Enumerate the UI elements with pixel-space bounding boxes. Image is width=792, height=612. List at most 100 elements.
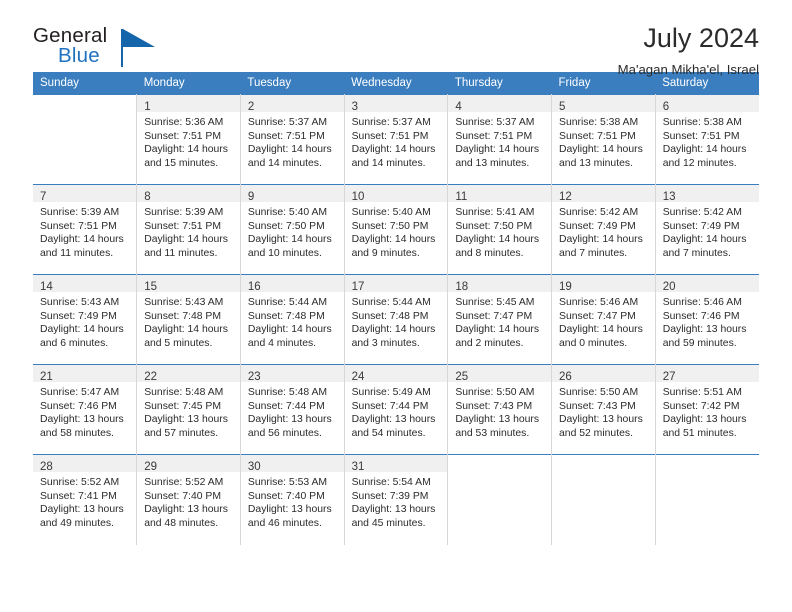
calendar-day-cell[interactable]: 19 Sunrise: 5:46 AM Sunset: 7:47 PM Dayligh…: [551, 274, 656, 365]
daylight-duration-line2: and 48 minutes.: [144, 517, 219, 529]
daylight-duration-line2: and 58 minutes.: [40, 427, 114, 439]
daylight-duration-line1: Daylight: 14 hours: [455, 234, 540, 246]
day-number-band: [448, 455, 552, 472]
sunrise-time: Sunrise: 5:51 AM: [662, 387, 742, 398]
sunset-time: Sunset: 7:41 PM: [40, 490, 117, 502]
day-number: 17: [351, 281, 365, 293]
day-number-band: 23: [240, 365, 344, 383]
day-number: 26: [559, 371, 572, 383]
daylight-duration-line1: Daylight: 14 hours: [247, 144, 332, 156]
calendar-day-cell[interactable]: 16 Sunrise: 5:44 AM Sunset: 7:48 PM Dayligh…: [239, 274, 345, 365]
day-details: Sunrise: 5:51 AM Sunset: 7:42 PM Daylight:…: [656, 382, 759, 440]
calendar-day-cell[interactable]: 10 Sunrise: 5:40 AM Sunset: 7:50 PM Dayligh…: [343, 184, 449, 275]
sunrise-time: Sunrise: 5:42 AM: [662, 207, 742, 218]
day-number-band: [655, 455, 759, 472]
day-number: 21: [40, 371, 53, 383]
sunset-time: Sunset: 7:47 PM: [559, 310, 636, 322]
daylight-duration-line2: and 10 minutes.: [247, 247, 322, 259]
sunrise-time: Sunrise: 5:44 AM: [351, 297, 431, 308]
daylight-duration-line1: Daylight: 14 hours: [144, 324, 228, 336]
calendar-day-cell[interactable]: 9 Sunrise: 5:40 AM Sunset: 7:50 PM Daylight…: [239, 184, 345, 275]
calendar-day-cell[interactable]: 18 Sunrise: 5:45 AM Sunset: 7:47 PM Dayligh…: [447, 274, 553, 365]
day-number: 27: [662, 371, 676, 383]
logo-triangle-icon: [123, 29, 155, 47]
daylight-duration-line1: Daylight: 13 hours: [351, 414, 436, 426]
day-number: 16: [247, 281, 261, 293]
day-details: Sunrise: 5:37 AM Sunset: 7:51 PM Daylight:…: [448, 112, 551, 170]
sunrise-time: Sunrise: 5:40 AM: [247, 207, 328, 218]
daylight-duration-line2: and 12 minutes.: [662, 157, 737, 169]
day-details: Sunrise: 5:46 AM Sunset: 7:47 PM Daylight:…: [552, 292, 655, 350]
calendar-day-cell[interactable]: 7 Sunrise: 5:39 AM Sunset: 7:51 PM Daylight…: [33, 184, 138, 275]
daylight-duration-line2: and 49 minutes.: [40, 517, 114, 529]
daylight-duration-line1: Daylight: 14 hours: [662, 144, 747, 156]
day-details: Sunrise: 5:48 AM Sunset: 7:45 PM Daylight:…: [137, 382, 240, 440]
day-number: 29: [144, 461, 157, 473]
day-number: 9: [247, 191, 255, 203]
day-details: Sunrise: 5:37 AM Sunset: 7:51 PM Daylight:…: [345, 112, 448, 170]
day-details: Sunrise: 5:48 AM Sunset: 7:44 PM Daylight:…: [241, 382, 344, 440]
daylight-duration-line1: Daylight: 14 hours: [144, 144, 228, 156]
calendar-body: 1 Sunrise: 5:36 AM Sunset: 7:51 PM Daylight…: [33, 94, 759, 545]
day-details: Sunrise: 5:54 AM Sunset: 7:39 PM Daylight:…: [345, 472, 448, 530]
calendar-day-cell[interactable]: 20 Sunrise: 5:46 AM Sunset: 7:46 PM Dayligh…: [654, 274, 759, 365]
calendar-day-cell[interactable]: 8 Sunrise: 5:39 AM Sunset: 7:51 PM Daylight…: [136, 184, 241, 275]
daylight-duration-line2: and 3 minutes.: [351, 337, 420, 349]
sunset-time: Sunset: 7:51 PM: [40, 220, 117, 232]
sunrise-time: Sunrise: 5:52 AM: [144, 477, 224, 488]
calendar-day-cell[interactable]: 5 Sunrise: 5:38 AM Sunset: 7:51 PM Daylight…: [551, 94, 656, 185]
daylight-duration-line2: and 57 minutes.: [144, 427, 219, 439]
day-number-band: 1: [137, 95, 240, 113]
calendar-day-cell[interactable]: 17 Sunrise: 5:44 AM Sunset: 7:48 PM Dayligh…: [343, 274, 449, 365]
calendar-day-cell[interactable]: 13 Sunrise: 5:42 AM Sunset: 7:49 PM Dayligh…: [654, 184, 759, 275]
day-number-band: 17: [344, 275, 448, 293]
calendar-day-cell[interactable]: 11 Sunrise: 5:41 AM Sunset: 7:50 PM Dayligh…: [447, 184, 553, 275]
daylight-duration-line2: and 0 minutes.: [559, 337, 628, 349]
calendar-day-cell[interactable]: 30 Sunrise: 5:53 AM Sunset: 7:40 PM Dayligh…: [239, 454, 345, 545]
day-number: 4: [455, 101, 462, 113]
sunset-time: Sunset: 7:51 PM: [455, 130, 533, 142]
calendar-day-cell[interactable]: 22 Sunrise: 5:48 AM Sunset: 7:45 PM Dayligh…: [136, 364, 241, 455]
calendar-day-cell[interactable]: 14 Sunrise: 5:43 AM Sunset: 7:49 PM Dayligh…: [33, 274, 138, 365]
daylight-duration-line1: Daylight: 13 hours: [247, 414, 332, 426]
sunset-time: Sunset: 7:40 PM: [144, 490, 222, 502]
day-number-band: 14: [33, 275, 137, 293]
calendar-day-cell[interactable]: 4 Sunrise: 5:37 AM Sunset: 7:51 PM Daylight…: [447, 94, 553, 185]
calendar-day-cell[interactable]: 25 Sunrise: 5:50 AM Sunset: 7:43 PM Dayligh…: [447, 364, 553, 455]
day-number-band: 25: [448, 365, 552, 383]
calendar-day-cell[interactable]: 31 Sunrise: 5:54 AM Sunset: 7:39 PM Dayligh…: [343, 454, 449, 545]
sunrise-time: Sunrise: 5:42 AM: [559, 207, 639, 218]
calendar-day-cell[interactable]: 12 Sunrise: 5:42 AM Sunset: 7:49 PM Dayligh…: [551, 184, 656, 275]
daylight-duration-line1: Daylight: 13 hours: [662, 414, 747, 426]
calendar-empty-cell: [447, 454, 553, 545]
calendar-day-cell[interactable]: 3 Sunrise: 5:37 AM Sunset: 7:51 PM Daylight…: [343, 94, 449, 185]
calendar-empty-cell: [33, 94, 138, 185]
day-number: 19: [559, 281, 572, 293]
sunset-time: Sunset: 7:49 PM: [559, 220, 636, 232]
sunrise-time: Sunrise: 5:50 AM: [455, 387, 535, 398]
calendar-day-cell[interactable]: 26 Sunrise: 5:50 AM Sunset: 7:43 PM Dayligh…: [551, 364, 656, 455]
day-number-band: 11: [448, 185, 552, 203]
daylight-duration-line2: and 7 minutes.: [662, 247, 731, 259]
calendar-day-cell[interactable]: 29 Sunrise: 5:52 AM Sunset: 7:40 PM Dayligh…: [136, 454, 241, 545]
general-blue-logo[interactable]: General Blue: [33, 22, 163, 70]
calendar-day-cell[interactable]: 28 Sunrise: 5:52 AM Sunset: 7:41 PM Dayligh…: [33, 454, 138, 545]
daylight-duration-line1: Daylight: 14 hours: [455, 144, 540, 156]
calendar-day-cell[interactable]: 21 Sunrise: 5:47 AM Sunset: 7:46 PM Dayligh…: [33, 364, 138, 455]
sunrise-time: Sunrise: 5:52 AM: [40, 477, 120, 488]
daylight-duration-line1: Daylight: 14 hours: [40, 234, 124, 246]
day-number-band: 20: [655, 275, 759, 293]
calendar-day-cell[interactable]: 6 Sunrise: 5:38 AM Sunset: 7:51 PM Daylight…: [654, 94, 759, 185]
calendar-day-cell[interactable]: 15 Sunrise: 5:43 AM Sunset: 7:48 PM Dayligh…: [136, 274, 241, 365]
daylight-duration-line2: and 51 minutes.: [662, 427, 737, 439]
calendar-day-cell[interactable]: 27 Sunrise: 5:51 AM Sunset: 7:42 PM Dayligh…: [654, 364, 759, 455]
calendar-day-cell[interactable]: 1 Sunrise: 5:36 AM Sunset: 7:51 PM Daylight…: [136, 94, 241, 185]
calendar-day-cell[interactable]: 24 Sunrise: 5:49 AM Sunset: 7:44 PM Dayligh…: [343, 364, 449, 455]
sunrise-time: Sunrise: 5:38 AM: [559, 117, 639, 128]
day-details: Sunrise: 5:41 AM Sunset: 7:50 PM Daylight:…: [448, 202, 551, 260]
calendar-day-cell[interactable]: 2 Sunrise: 5:37 AM Sunset: 7:51 PM Daylight…: [239, 94, 345, 185]
daylight-duration-line1: Daylight: 14 hours: [247, 234, 332, 246]
calendar-day-cell[interactable]: 23 Sunrise: 5:48 AM Sunset: 7:44 PM Dayligh…: [239, 364, 345, 455]
day-details: Sunrise: 5:38 AM Sunset: 7:51 PM Daylight:…: [552, 112, 655, 170]
daylight-duration-line1: Daylight: 14 hours: [40, 324, 124, 336]
